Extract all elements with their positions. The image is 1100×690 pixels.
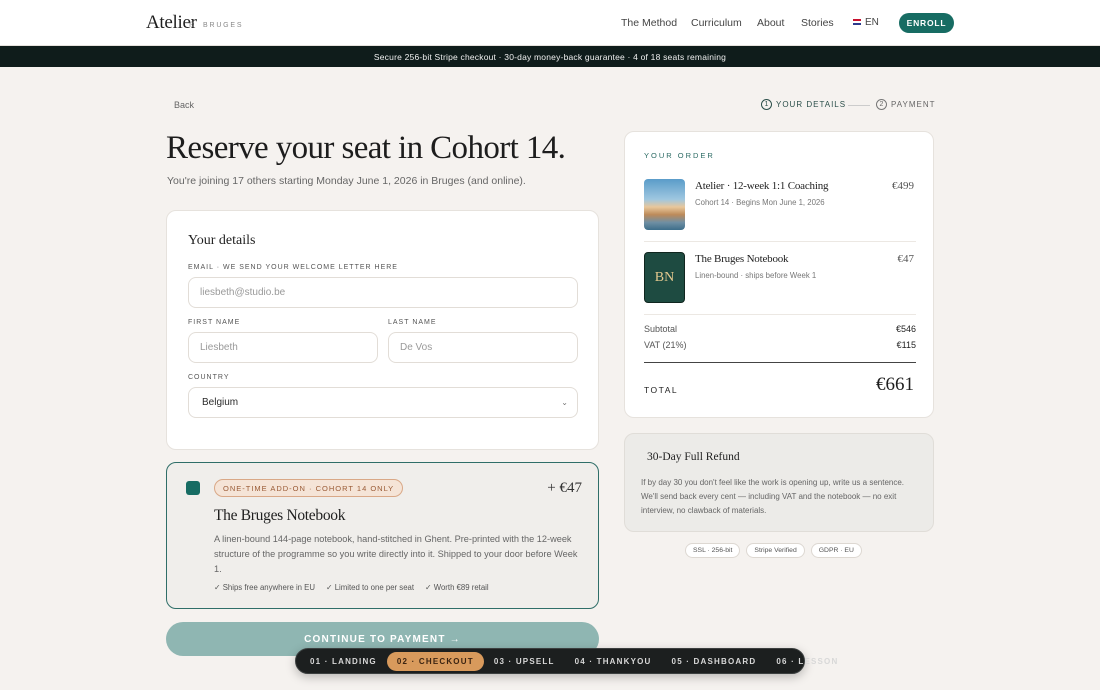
nav-link-stories[interactable]: Stories [801,17,834,29]
order-item-sub: Cohort 14 · Begins Mon June 1, 2026 [695,198,825,207]
order-divider [644,314,916,315]
refund-title: 30-Day Full Refund [647,451,740,463]
nav-link-about[interactable]: About [757,17,784,29]
badge-gdpr: GDPR · EU [810,543,862,558]
flow-tab-landing[interactable]: 01 · LANDING [300,652,387,671]
flow-nav: 01 · LANDING 02 · CHECKOUT 03 · UPSELL 0… [295,648,837,674]
top-nav: Atelier ® BRUGES The Method Curriculum A… [0,0,1100,46]
order-divider [644,241,916,242]
country-value: Belgium [202,397,239,408]
email-label: EMAIL · WE SEND YOUR WELCOME LETTER HERE [188,264,398,271]
details-title: Your details [188,233,256,248]
badge-ssl: SSL · 256-bit [685,543,741,558]
trust-badges: SSL · 256-bit Stripe Verified GDPR · EU [685,543,862,558]
first-name-label: FIRST NAME [188,319,241,326]
chevron-down-icon: ⌄ [561,398,568,407]
order-item-title: The Bruges Notebook [695,253,789,265]
addon-bullet: ✓ Ships free anywhere in EU [214,583,316,592]
subtotal-value: €546 [895,324,916,334]
step-divider [848,105,870,106]
flow-tab-upsell[interactable]: 03 · UPSELL [484,652,565,671]
language-switch[interactable]: EN [865,17,879,28]
step-your-details: 1 YOUR DETAILS [761,99,846,110]
addon-checkbox[interactable] [186,481,200,495]
country-label: COUNTRY [188,374,230,381]
coaching-thumbnail [644,179,685,230]
email-field[interactable]: liesbeth@studio.be [188,277,578,308]
notebook-thumbnail: BN [644,252,685,303]
trust-banner: Secure 256-bit Stripe checkout · 30-day … [0,46,1100,67]
refund-text: If by day 30 you don't feel like the wor… [641,478,905,515]
addon-price: + €47 [547,480,582,496]
addon-bullet: ✓ Worth €89 retail [425,583,489,592]
order-item-price: €499 [892,180,914,192]
step-number: 2 [876,99,887,110]
step-label: YOUR DETAILS [776,100,847,109]
order-item-title: Atelier · 12-week 1:1 Coaching [695,180,829,192]
last-name-field[interactable]: De Vos [388,332,578,363]
step-payment: 2 PAYMENT [876,99,935,110]
order-heading: YOUR ORDER [644,151,715,160]
flow-tab-dashboard[interactable]: 05 · DASHBOARD [662,652,767,671]
flag-icon[interactable] [853,19,861,25]
vat-row: VAT (21%) €115 [644,340,916,350]
nav-link-curriculum[interactable]: Curriculum [691,17,742,29]
page-title: Reserve your seat in Cohort 14. [166,130,566,166]
addon-pill: ONE-TIME ADD-ON · COHORT 14 ONLY [214,479,404,497]
page-subtitle: You're joining 17 others starting Monday… [167,175,526,187]
logo-city: BRUGES [203,22,244,29]
flow-tab-lesson[interactable]: 06 · LESSON [766,652,848,671]
addon-card[interactable]: ONE-TIME ADD-ON · COHORT 14 ONLY + €47 T… [166,462,599,609]
order-summary-card: YOUR ORDER Atelier · 12-week 1:1 Coachin… [624,131,934,418]
subtotal-row: Subtotal €546 [644,324,916,334]
logo-mark: ® [189,22,195,29]
total-value: €661 [876,374,914,395]
total-label: TOTAL [644,385,679,395]
back-link[interactable]: Back [174,100,194,110]
enroll-button[interactable]: ENROLL [899,13,954,33]
addon-bullet: ✓ Limited to one per seat [326,583,415,592]
order-item-price: €47 [897,253,915,265]
vat-value: €115 [896,340,916,350]
details-card: Your details EMAIL · WE SEND YOUR WELCOM… [166,210,599,450]
vat-label: VAT (21%) [644,340,687,350]
total-divider [644,362,916,363]
order-item-sub: Linen-bound · ships before Week 1 [695,271,817,280]
refund-card: 30-Day Full Refund If by day 30 you don'… [624,433,934,532]
country-select[interactable]: Belgium ⌄ [188,387,578,418]
first-name-field[interactable]: Liesbeth [188,332,378,363]
nav-link-method[interactable]: The Method [621,17,677,29]
last-name-label: LAST NAME [388,319,437,326]
addon-description: A linen-bound 144-page notebook, hand-st… [214,534,578,574]
subtotal-label: Subtotal [644,324,678,334]
addon-title: The Bruges Notebook [214,507,346,524]
step-number: 1 [761,99,772,110]
flow-tab-checkout[interactable]: 02 · CHECKOUT [386,651,484,671]
badge-stripe: Stripe Verified [746,543,805,558]
addon-bullets: ✓ Ships free anywhere in EU ✓ Limited to… [214,583,489,592]
flow-tab-thankyou[interactable]: 04 · THANKYOU [565,652,662,671]
step-label: PAYMENT [891,100,936,109]
